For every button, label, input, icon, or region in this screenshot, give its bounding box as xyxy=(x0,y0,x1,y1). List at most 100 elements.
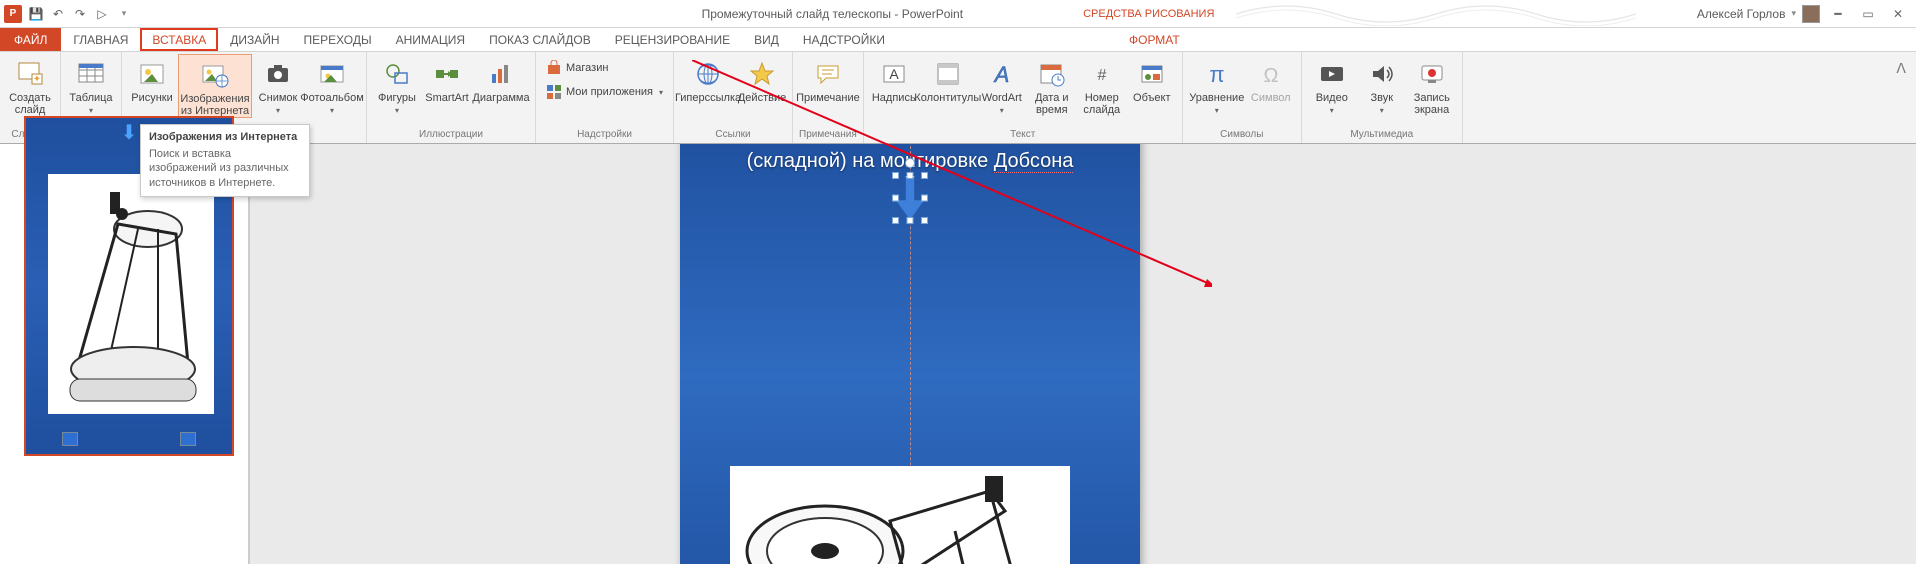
thumb-nav-prev-icon xyxy=(62,432,78,446)
title-center: Промежуточный слайд телескопы - PowerPoi… xyxy=(702,7,1215,21)
resize-handle[interactable] xyxy=(907,217,914,224)
date-time-icon xyxy=(1036,58,1068,90)
shapes-icon xyxy=(381,58,413,90)
shapes-button[interactable]: Фигуры▾ xyxy=(373,54,421,115)
header-footer-button[interactable]: Колонтитулы xyxy=(920,54,976,104)
video-icon xyxy=(1316,58,1348,90)
tab-slideshow[interactable]: ПОКАЗ СЛАЙДОВ xyxy=(477,28,603,51)
svg-text:A: A xyxy=(992,62,1009,87)
undo-icon[interactable]: ↶ xyxy=(50,6,66,22)
resize-handle[interactable] xyxy=(892,172,899,179)
slide-thumbnails-pane[interactable]: ⬇ xyxy=(0,144,250,564)
group-apps: Магазин Мои приложения ▾ Надстройки xyxy=(536,52,674,143)
tab-view[interactable]: ВИД xyxy=(742,28,791,51)
contextual-tab-label: СРЕДСТВА РИСОВАНИЯ xyxy=(1083,8,1214,20)
hyperlink-button[interactable]: Гиперссылка xyxy=(680,54,736,104)
restore-icon[interactable]: ▭ xyxy=(1856,5,1880,23)
equation-icon: π xyxy=(1201,58,1233,90)
my-apps-button[interactable]: Мои приложения ▾ xyxy=(542,82,667,102)
photo-album-button[interactable]: Фотоальбом▾ xyxy=(304,54,360,115)
tooltip-title: Изображения из Интернета xyxy=(149,131,301,143)
tab-transitions[interactable]: ПЕРЕХОДЫ xyxy=(292,28,384,51)
date-time-button[interactable]: Дата и время xyxy=(1028,54,1076,116)
tab-file[interactable]: ФАЙЛ xyxy=(0,28,61,51)
group-media: Видео▾ Звук▾ Запись экрана Мультимедиа xyxy=(1302,52,1463,143)
store-icon xyxy=(546,60,562,76)
tooltip-online-pictures: Изображения из Интернета Поиск и вставка… xyxy=(140,124,310,197)
user-menu-caret-icon[interactable]: ▾ xyxy=(1791,8,1796,19)
tooltip-body: Поиск и вставка изображений из различных… xyxy=(149,147,301,190)
pictures-button[interactable]: Рисунки xyxy=(128,54,176,104)
textbox-icon: A xyxy=(878,58,910,90)
screen-recording-button[interactable]: Запись экрана xyxy=(1408,54,1456,116)
close-icon[interactable]: ✕ xyxy=(1886,5,1910,23)
resize-handle[interactable] xyxy=(921,217,928,224)
thumb-image-placeholder xyxy=(48,174,214,414)
tab-review[interactable]: РЕЦЕНЗИРОВАНИЕ xyxy=(603,28,742,51)
comment-button[interactable]: Примечание xyxy=(800,54,856,104)
slide-number-button[interactable]: # Номер слайда xyxy=(1078,54,1126,116)
user-avatar-icon[interactable] xyxy=(1802,5,1820,23)
selected-arrow-shape[interactable] xyxy=(896,176,924,220)
online-pictures-icon xyxy=(199,59,231,91)
group-links: Гиперссылка Действие Ссылки xyxy=(674,52,793,143)
online-pictures-button[interactable]: Изображения из Интернета xyxy=(178,54,252,118)
tab-home[interactable]: ГЛАВНАЯ xyxy=(61,28,140,51)
arrow-shape-icon xyxy=(896,176,924,220)
qat-customize-icon[interactable]: ▾ xyxy=(116,6,132,22)
smartart-button[interactable]: SmartArt xyxy=(423,54,471,104)
group-symbols: π Уравнение▾ Ω Символ Символы xyxy=(1183,52,1302,143)
chart-icon xyxy=(485,58,517,90)
group-text: A Надпись Колонтитулы A WordArt▾ Дата и … xyxy=(864,52,1183,143)
slide-canvas[interactable]: Компактный 250 мм телескоп (складной) на… xyxy=(680,144,1140,564)
table-button[interactable]: Таблица▾ xyxy=(67,54,115,115)
chart-button[interactable]: Диаграмма xyxy=(473,54,529,104)
hyperlink-icon xyxy=(692,58,724,90)
svg-text:A: A xyxy=(889,66,899,82)
resize-handle[interactable] xyxy=(892,195,899,202)
table-icon xyxy=(75,58,107,90)
slide-image-placeholder[interactable] xyxy=(730,466,1070,564)
my-apps-icon xyxy=(546,84,562,100)
header-footer-icon xyxy=(932,58,964,90)
resize-handle[interactable] xyxy=(921,195,928,202)
comment-icon xyxy=(812,58,844,90)
audio-icon xyxy=(1366,58,1398,90)
minimize-icon[interactable]: ━ xyxy=(1826,5,1850,23)
user-name[interactable]: Алексей Горлов xyxy=(1697,7,1786,21)
textbox-button[interactable]: A Надпись xyxy=(870,54,918,104)
object-button[interactable]: Объект xyxy=(1128,54,1176,104)
resize-handle[interactable] xyxy=(892,217,899,224)
action-button[interactable]: Действие xyxy=(738,54,786,104)
resize-handle[interactable] xyxy=(907,172,914,179)
new-slide-icon: ✦ xyxy=(14,58,46,90)
screenshot-button[interactable]: Снимок▾ xyxy=(254,54,302,115)
start-from-beginning-icon[interactable]: ▷ xyxy=(94,6,110,22)
slide-number-icon: # xyxy=(1086,58,1118,90)
save-icon[interactable]: 💾 xyxy=(28,6,44,22)
equation-button[interactable]: π Уравнение▾ xyxy=(1189,54,1245,115)
redo-icon[interactable]: ↷ xyxy=(72,6,88,22)
audio-button[interactable]: Звук▾ xyxy=(1358,54,1406,115)
powerpoint-logo-icon: P xyxy=(4,5,22,23)
pictures-icon xyxy=(136,58,168,90)
symbol-button[interactable]: Ω Символ xyxy=(1247,54,1295,104)
tab-format[interactable]: ФОРМАТ xyxy=(1117,28,1192,51)
rotate-handle-icon[interactable] xyxy=(905,158,915,168)
thumb-arrow-icon: ⬇ xyxy=(121,120,138,145)
resize-handle[interactable] xyxy=(921,172,928,179)
svg-text:✦: ✦ xyxy=(33,74,41,85)
tab-design[interactable]: ДИЗАЙН xyxy=(218,28,291,51)
wordart-icon: A xyxy=(986,58,1018,90)
tab-animation[interactable]: АНИМАЦИЯ xyxy=(384,28,477,51)
video-button[interactable]: Видео▾ xyxy=(1308,54,1356,115)
title-bar: P 💾 ↶ ↷ ▷ ▾ Промежуточный слайд телескоп… xyxy=(0,0,1916,28)
title-right: Алексей Горлов ▾ ━ ▭ ✕ xyxy=(1697,5,1916,23)
collapse-ribbon-icon[interactable]: ᐱ xyxy=(1886,52,1916,85)
store-button[interactable]: Магазин xyxy=(542,58,667,78)
tab-addins[interactable]: НАДСТРОЙКИ xyxy=(791,28,897,51)
wordart-button[interactable]: A WordArt▾ xyxy=(978,54,1026,115)
tab-insert[interactable]: ВСТАВКА xyxy=(140,28,218,51)
screenshot-icon xyxy=(262,58,294,90)
slide-edit-area[interactable]: Компактный 250 мм телескоп (складной) на… xyxy=(250,144,1916,564)
